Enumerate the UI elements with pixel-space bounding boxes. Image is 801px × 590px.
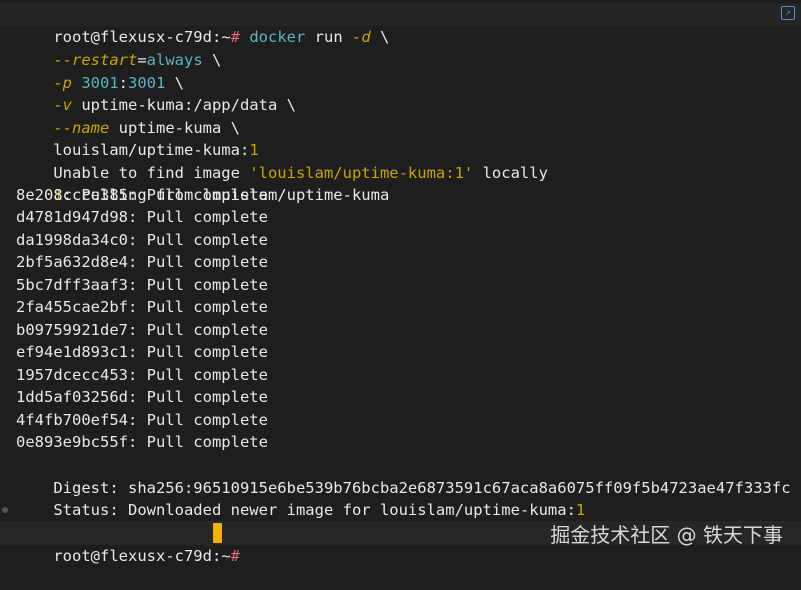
line-continuation: \: [370, 27, 390, 46]
prompt-tilde: ~: [221, 27, 231, 46]
layer-line: 2fa455cae2bf: Pull complete: [16, 296, 268, 319]
layer-status: : Pull complete: [127, 366, 268, 384]
layer-id: 2bf5a632d8e4: [16, 253, 128, 271]
watermark: 掘金技术社区 @ 铁天下事: [550, 523, 783, 547]
layer-id: b09759921de7: [16, 321, 128, 339]
layer-status: : Pull complete: [127, 433, 268, 451]
layer-id: 2fa455cae2bf: [16, 298, 128, 316]
output-digest-line: Digest: sha256:96510915e6be539b76bcba2e6…: [16, 454, 790, 497]
layer-line: 4f4fb700ef54: Pull complete: [16, 409, 268, 432]
terminal-window[interactable]: ↗ root@flexusx-c79d:~# docker run -d \ -…: [0, 0, 801, 566]
prompt-hash: #: [230, 546, 240, 565]
command-line-1: root@flexusx-c79d:~# docker run -d \: [16, 3, 389, 46]
layer-id: 1957dcecc453: [16, 366, 128, 384]
layer-line: 8e208ccce385: Pull complete: [16, 184, 268, 207]
expand-icon[interactable]: ↗: [781, 6, 795, 20]
layer-status: : Pull complete: [127, 298, 268, 316]
prompt-hash: #: [230, 27, 240, 46]
layer-id: d4781d947d98: [16, 208, 128, 226]
layer-status: : Pull complete: [127, 321, 268, 339]
layer-status: : Pull complete: [127, 388, 268, 406]
layer-line: 2bf5a632d8e4: Pull complete: [16, 251, 268, 274]
output-pulling-line: 1: Pulling from louislam/uptime-kuma: [16, 161, 389, 204]
layer-id: da1998da34c0: [16, 231, 128, 249]
command-line-6: louislam/uptime-kuma:1: [16, 116, 258, 159]
output-status-line: Status: Downloaded newer image for louis…: [16, 476, 585, 519]
layer-line: ef94e1d893c1: Pull complete: [16, 341, 268, 364]
command-line-4: -v uptime-kuma:/app/data \: [16, 71, 296, 114]
command-line-2: --restart=always \: [16, 26, 221, 69]
line-continuation: \: [202, 50, 222, 69]
command-args: run: [305, 27, 353, 46]
output-container-id-line: 36675d3e3785eb35bc0d571d6925891b6a5eea8c…: [16, 499, 650, 542]
line-marker-icon: [2, 507, 8, 513]
layer-status: : Pull complete: [127, 186, 268, 204]
layer-id: 8e208ccce385: [16, 186, 128, 204]
command-flag-d: -d: [352, 27, 371, 46]
layer-status: : Pull complete: [127, 276, 268, 294]
layer-status: : Pull complete: [127, 208, 268, 226]
layer-id: ef94e1d893c1: [16, 343, 128, 361]
layer-status: : Pull complete: [127, 411, 268, 429]
layer-line: b09759921de7: Pull complete: [16, 319, 268, 342]
layer-status: : Pull complete: [127, 253, 268, 271]
command-line-5: --name uptime-kuma \: [16, 94, 240, 137]
unable-suffix: locally: [473, 163, 548, 182]
layer-id: 1dd5af03256d: [16, 388, 128, 406]
text-cursor[interactable]: [213, 523, 222, 543]
prompt-tilde: ~: [221, 546, 231, 565]
prompt-user-host: root@flexusx-c79d:: [53, 546, 222, 565]
command-line-3: -p 3001:3001 \: [16, 49, 184, 92]
prompt-line[interactable]: root@flexusx-c79d:~#: [16, 522, 240, 565]
output-unable-line: Unable to find image 'louislam/uptime-ku…: [16, 139, 548, 182]
layer-line: 1dd5af03256d: Pull complete: [16, 386, 268, 409]
layer-line: 0e893e9bc55f: Pull complete: [16, 431, 268, 454]
layer-id: 0e893e9bc55f: [16, 433, 128, 451]
layer-line: 1957dcecc453: Pull complete: [16, 364, 268, 387]
layer-status: : Pull complete: [127, 343, 268, 361]
layer-id: 4f4fb700ef54: [16, 411, 128, 429]
command-name: docker: [249, 27, 306, 46]
layer-line: 5bc7dff3aaf3: Pull complete: [16, 274, 268, 297]
layer-id: 5bc7dff3aaf3: [16, 276, 128, 294]
layer-status: : Pull complete: [127, 231, 268, 249]
layer-line: da1998da34c0: Pull complete: [16, 229, 268, 252]
layer-line: d4781d947d98: Pull complete: [16, 206, 268, 229]
